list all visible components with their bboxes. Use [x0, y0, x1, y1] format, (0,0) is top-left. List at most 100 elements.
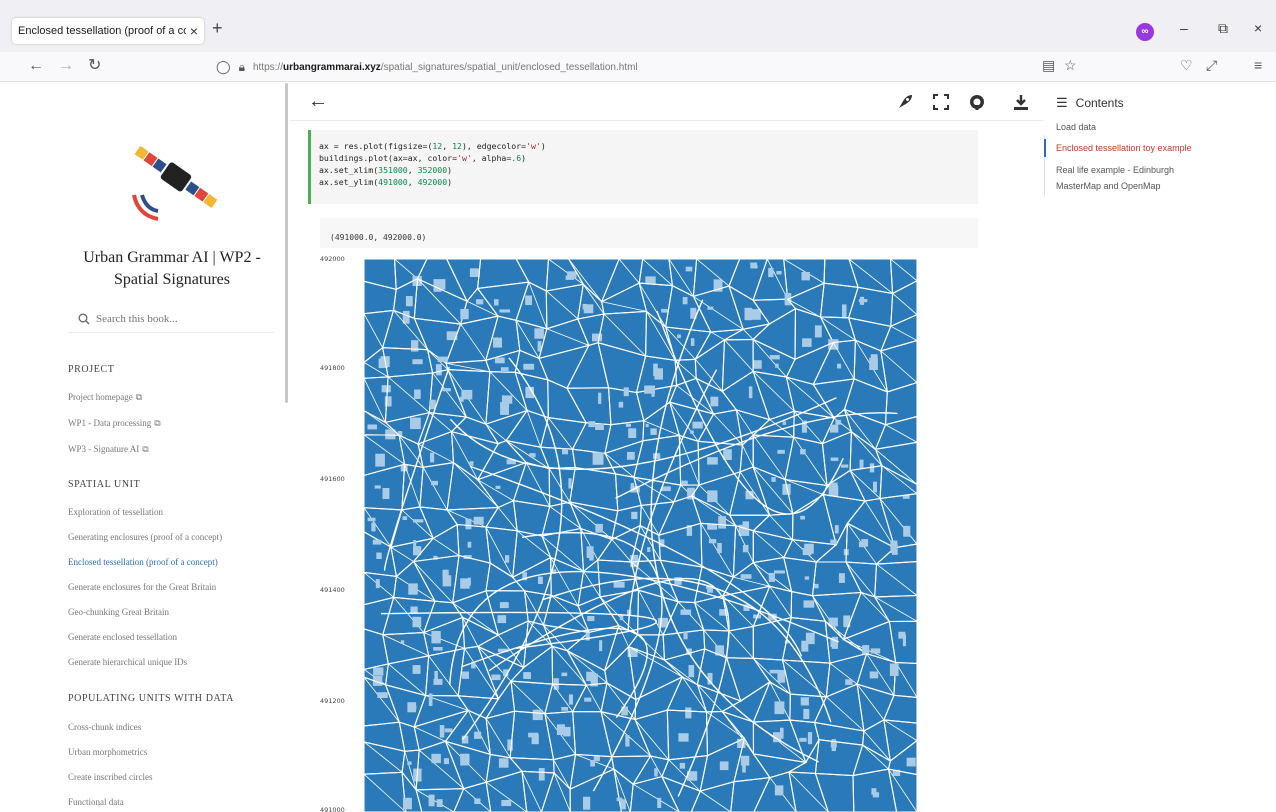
building — [777, 669, 786, 683]
building — [568, 694, 573, 705]
url-bar[interactable]: ◯ 🔒︎ https://urbangrammarai.xyz/spatial_… — [204, 55, 1084, 79]
building — [442, 388, 451, 392]
tessellation-cell — [550, 556, 585, 607]
tab-close-icon[interactable]: × — [190, 24, 198, 38]
building — [525, 295, 532, 306]
restore-button[interactable]: ⧉ — [1218, 20, 1228, 37]
cell-edge — [485, 781, 528, 812]
building — [717, 543, 722, 554]
tessellation-cell — [794, 307, 835, 361]
sidebar-item-wp1[interactable]: WP1 - Data processing ⧉ — [68, 418, 161, 429]
tessellation-cell — [476, 259, 530, 290]
tessellation-cell — [485, 409, 529, 445]
sidebar-item-geo-chunking[interactable]: Geo-chunking Great Britain — [68, 607, 169, 617]
building — [645, 276, 656, 284]
cell-edge — [546, 290, 579, 320]
reader-view-icon[interactable]: ▤ — [1042, 58, 1055, 72]
tessellation-cell — [784, 436, 828, 487]
tessellation-cell — [883, 694, 917, 724]
building — [382, 488, 390, 499]
cell-edge — [422, 467, 448, 511]
tessellation-cell — [874, 415, 917, 451]
tracking-shield-icon[interactable]: ◯ — [216, 59, 231, 75]
cell-edge — [832, 342, 855, 380]
building — [688, 665, 695, 678]
menu-icon[interactable]: ≡ — [1254, 58, 1262, 72]
sidebar-item-generating-enclosures[interactable]: Generating enclosures (proof of a concep… — [68, 532, 222, 542]
toggle-sidebar-arrow-icon[interactable]: ← — [308, 91, 328, 111]
profile-avatar-icon[interactable]: ∞ — [1136, 23, 1154, 41]
sidebar-item-inscribed-circles[interactable]: Create inscribed circles — [68, 772, 152, 782]
book-title[interactable]: Urban Grammar AI | WP2 - Spatial Signatu… — [60, 247, 284, 291]
fullscreen-icon[interactable] — [932, 93, 950, 111]
download-icon[interactable] — [1012, 93, 1030, 111]
tessellation-cell — [544, 711, 577, 761]
y-tick-label: 491000 — [320, 806, 345, 812]
building — [430, 452, 435, 463]
search-box[interactable] — [68, 305, 274, 333]
code-cell[interactable]: ax = res.plot(figsize=(12, 12), edgecolo… — [308, 130, 978, 204]
url-text[interactable]: https://urbangrammarai.xyz/spatial_signa… — [253, 62, 638, 73]
toc-item-mastermap[interactable]: MasterMap and OpenMap — [1056, 181, 1161, 191]
sidebar-item-cross-chunk[interactable]: Cross-chunk indices — [68, 722, 141, 732]
sidebar-item-functional-data[interactable]: Functional data — [68, 797, 124, 807]
sidebar-item-exploration[interactable]: Exploration of tessellation — [68, 507, 163, 517]
new-tab-button[interactable]: + — [212, 19, 223, 37]
building — [582, 303, 587, 310]
building — [842, 304, 847, 317]
sidebar-item-wp3[interactable]: WP3 - Signature AI ⧉ — [68, 444, 149, 455]
extensions-icon[interactable]: ⤢ — [1206, 58, 1217, 72]
tessellation-cell — [690, 780, 735, 812]
building — [583, 796, 591, 810]
building — [412, 359, 423, 365]
sidebar-scrollbar[interactable] — [285, 83, 288, 403]
sidebar-item-morphometrics[interactable]: Urban morphometrics — [68, 747, 147, 757]
building — [802, 338, 812, 347]
sidebar-item-enclosed-tessellation[interactable]: Enclosed tessellation (proof of a concep… — [68, 557, 218, 567]
tessellation-cell — [721, 338, 754, 393]
building — [845, 679, 853, 685]
building — [707, 457, 718, 465]
toc-item-edinburgh[interactable]: Real life example - Edinburgh — [1056, 165, 1174, 175]
tessellation-cell — [604, 439, 644, 478]
toc-item-load-data[interactable]: Load data — [1056, 122, 1096, 132]
cell-edge — [892, 293, 917, 316]
tessellation-cell — [724, 322, 772, 341]
launch-rocket-icon[interactable] — [896, 93, 914, 111]
sidebar-item-generate-tessellation[interactable]: Generate enclosed tessellation — [68, 632, 177, 642]
building — [862, 645, 870, 655]
forward-icon[interactable]: → — [58, 58, 74, 74]
search-input[interactable] — [96, 312, 266, 325]
github-icon[interactable] — [968, 93, 986, 111]
tessellation-cell — [752, 681, 791, 723]
building — [410, 417, 421, 430]
building — [499, 602, 509, 609]
browser-tab[interactable]: Enclosed tessellation (proof of a concep… — [12, 18, 204, 44]
section-heading-populating: POPULATING UNITS WITH DATA — [68, 693, 234, 704]
cell-edge — [390, 546, 414, 562]
sidebar-item-hierarchical-ids[interactable]: Generate hierarchical unique IDs — [68, 657, 187, 667]
building — [830, 457, 839, 461]
cell-edge — [829, 662, 858, 685]
tessellation-cell — [384, 655, 430, 697]
building — [835, 419, 842, 425]
minimize-button[interactable]: – — [1180, 20, 1188, 36]
tessellation-cell — [476, 439, 528, 481]
toc-active-indicator — [1044, 139, 1046, 157]
building — [768, 267, 774, 278]
sidebar-item-project-homepage[interactable]: Project homepage ⧉ — [68, 392, 142, 403]
pocket-icon[interactable]: ♡ — [1180, 58, 1193, 72]
building — [750, 262, 758, 269]
building — [769, 355, 780, 360]
cell-edge — [677, 601, 705, 631]
lock-icon[interactable]: 🔒︎ — [239, 60, 245, 75]
sidebar-item-enclosures-gb[interactable]: Generate enclosures for the Great Britai… — [68, 582, 216, 592]
building — [374, 485, 381, 489]
reload-icon[interactable]: ↻ — [88, 58, 101, 74]
back-icon[interactable]: ← — [28, 58, 44, 74]
toc-item-toy-example[interactable]: Enclosed tessellation toy example — [1056, 143, 1192, 153]
cell-edge — [394, 259, 418, 279]
close-window-button[interactable]: × — [1254, 20, 1262, 36]
bookmark-star-icon[interactable]: ☆ — [1064, 58, 1077, 72]
building — [840, 464, 849, 468]
